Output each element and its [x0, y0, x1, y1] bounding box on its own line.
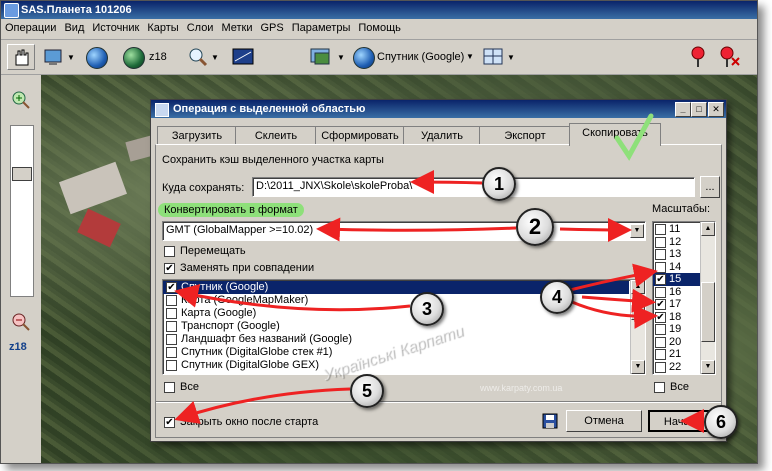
annotation-badge-2: 2 — [516, 208, 554, 246]
annotation-badge-6: 6 — [704, 405, 738, 439]
checkmark-annotation — [614, 113, 654, 161]
annotation-badge-4: 4 — [540, 280, 574, 314]
annotation-badge-1: 1 — [482, 167, 516, 201]
annotation-badge-3: 3 — [410, 292, 444, 326]
annotation-arrows — [174, 170, 704, 433]
watermark-site: www.karpaty.com.ua — [480, 383, 563, 393]
annotation-badge-5: 5 — [350, 374, 384, 408]
